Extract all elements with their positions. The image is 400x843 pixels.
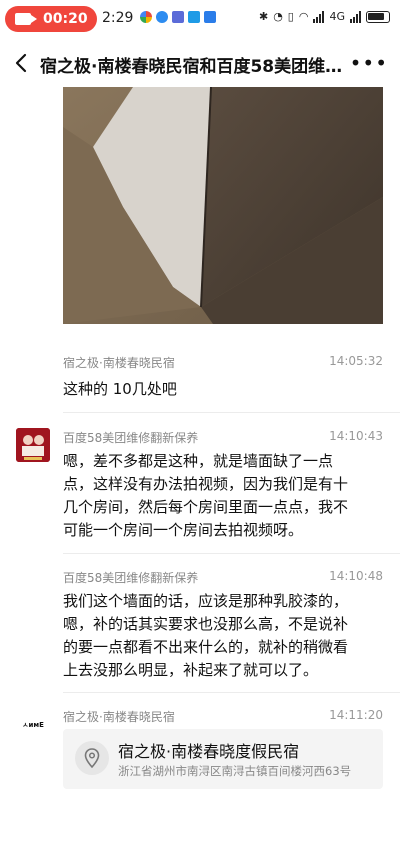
record-time: 00:20 <box>43 11 88 27</box>
location-name: 宿之极·南楼春晓度假民宿 <box>118 742 300 761</box>
location-card[interactable]: 宿之极·南楼春晓度假民宿 浙江省湖州市南浔区南浔古镇百间楼河西63号 <box>63 729 383 789</box>
app-notification-icon <box>204 11 216 23</box>
notification-icons <box>140 11 216 23</box>
system-icons: ✱ ◔ ▯ ◠ 4G <box>259 10 390 23</box>
message-line: 上去没那么明显，补起来了就可以了。 <box>63 661 319 679</box>
message-line: 我们这个墙面的话，应该是那种乳胶漆的， <box>63 592 349 610</box>
bluetooth-icon: ✱ <box>258 10 269 23</box>
message-time: 14:10:48 <box>329 569 383 583</box>
message-line: 点，这样没有办法拍视频，因为我们是有十 <box>63 475 349 493</box>
status-bar: 00:20 2:29 ✱ ◔ ▯ ◠ 4G <box>0 0 400 36</box>
message-time: 14:05:32 <box>329 354 383 368</box>
shared-photo[interactable] <box>63 87 383 324</box>
video-camera-icon <box>15 13 37 25</box>
vibrate-icon: ▯ <box>287 10 294 23</box>
app-notification-icon <box>172 11 184 23</box>
avatar[interactable]: ㅅᴎᴍE <box>16 712 50 738</box>
app-notification-icon <box>188 11 200 23</box>
message-line: 可能一个房间一个房间去拍视频呀。 <box>63 521 304 539</box>
message-line: 嗯，补的话其实要求也没那么高，不是说补 <box>63 615 349 633</box>
message-text: 这种的 10几处吧 <box>63 380 177 398</box>
screen-record-pill[interactable]: 00:20 <box>5 6 97 32</box>
avatar-image <box>16 428 50 462</box>
message-line: 嗯，差不多都是这种，就是墙面缺了一点 <box>63 452 334 470</box>
more-dots-icon[interactable]: ••• <box>350 53 388 73</box>
clock: 2:29 <box>102 10 134 26</box>
message-text: 嗯，差不多都是这种，就是墙面缺了一点 点，这样没有办法拍视频，因为我们是有十 几… <box>63 450 383 542</box>
message-item[interactable]: 百度58美团维修翻新保养 14:10:43 嗯，差不多都是这种，就是墙面缺了一点… <box>63 429 383 541</box>
chat-title: 宿之极·南楼春晓民宿和百度58美团维修… <box>40 57 358 77</box>
avatar-logo: ㅅᴎᴍE <box>22 721 44 729</box>
location-pin-icon <box>75 741 109 775</box>
message-item[interactable]: 宿之极·南楼春晓民宿 14:11:20 <box>63 708 383 728</box>
message-text: 我们这个墙面的话，应该是那种乳胶漆的， 嗯，补的话其实要求也没那么高，不是说补 … <box>63 590 383 682</box>
divider <box>63 412 400 413</box>
message-item[interactable]: 宿之极·南楼春晓民宿 14:05:32 这种的 10几处吧 <box>63 354 383 404</box>
message-line: 几个房间，然后每个房间里面一点点，我不 <box>63 498 349 516</box>
divider <box>63 553 400 554</box>
message-line: 的要一点都看不出来什么的，就补的稍微看 <box>63 638 349 656</box>
battery-icon <box>366 10 390 23</box>
signal-icon <box>313 10 325 23</box>
network-type: 4G <box>329 10 345 23</box>
signal-icon <box>350 10 361 23</box>
wifi-icon: ◠ <box>298 10 309 23</box>
location-address: 浙江省湖州市南浔区南浔古镇百间楼河西63号 <box>118 764 352 778</box>
chat-header: 宿之极·南楼春晓民宿和百度58美团维修… ••• <box>0 40 400 86</box>
app-notification-icon <box>140 11 152 23</box>
chevron-left-icon[interactable] <box>12 52 32 74</box>
message-time: 14:11:20 <box>329 708 383 722</box>
divider <box>63 692 400 693</box>
wall-corner-photo <box>63 87 383 324</box>
message-item[interactable]: 百度58美团维修翻新保养 14:10:48 我们这个墙面的话，应该是那种乳胶漆的… <box>63 569 383 681</box>
alarm-icon: ◔ <box>273 10 283 23</box>
message-time: 14:10:43 <box>329 429 383 443</box>
avatar[interactable] <box>16 428 50 462</box>
app-notification-icon <box>156 11 168 23</box>
